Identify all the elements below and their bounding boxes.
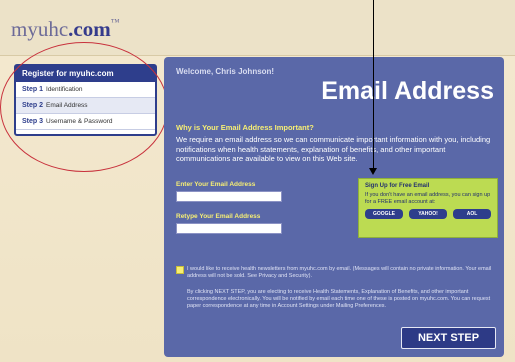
email-input[interactable] bbox=[176, 191, 282, 202]
email-address-panel: Welcome, Chris Johnson! Email Address Wh… bbox=[164, 57, 504, 357]
logo-suffix: .com bbox=[68, 17, 111, 41]
provider-buttons: GOOGLE YAHOO! AOL bbox=[365, 209, 491, 219]
signup-text: If you don't have an email address, you … bbox=[365, 192, 491, 205]
annotation-circle bbox=[0, 42, 168, 172]
welcome-message: Welcome, Chris Johnson! bbox=[176, 67, 275, 76]
yahoo-button[interactable]: YAHOO! bbox=[409, 209, 447, 219]
logo-trademark: ™ bbox=[110, 17, 120, 27]
electronic-delivery-disclaimer: By clicking NEXT STEP, you are electing … bbox=[187, 289, 491, 309]
why-important-text: We require an email address so we can co… bbox=[176, 135, 491, 163]
logo-main: myuhc bbox=[11, 17, 69, 41]
newsletter-checkbox[interactable] bbox=[176, 266, 184, 274]
aol-button[interactable]: AOL bbox=[453, 209, 491, 219]
email-label: Enter Your Email Address bbox=[176, 181, 256, 188]
page-title: Email Address bbox=[321, 77, 494, 105]
annotation-arrow-head bbox=[369, 168, 377, 175]
retype-email-label: Retype Your Email Address bbox=[176, 213, 261, 220]
myuhc-logo[interactable]: myuhc.com™ bbox=[11, 17, 120, 42]
signup-title: Sign Up for Free Email bbox=[365, 183, 430, 189]
retype-email-input[interactable] bbox=[176, 223, 282, 234]
next-step-button[interactable]: NEXT STEP bbox=[401, 327, 496, 349]
newsletter-text: I would like to receive health newslette… bbox=[187, 266, 492, 279]
free-email-signup-box: Sign Up for Free Email If you don't have… bbox=[358, 178, 498, 238]
annotation-arrow bbox=[373, 0, 374, 172]
google-button[interactable]: GOOGLE bbox=[365, 209, 403, 219]
why-important-heading: Why is Your Email Address Important? bbox=[176, 123, 314, 132]
